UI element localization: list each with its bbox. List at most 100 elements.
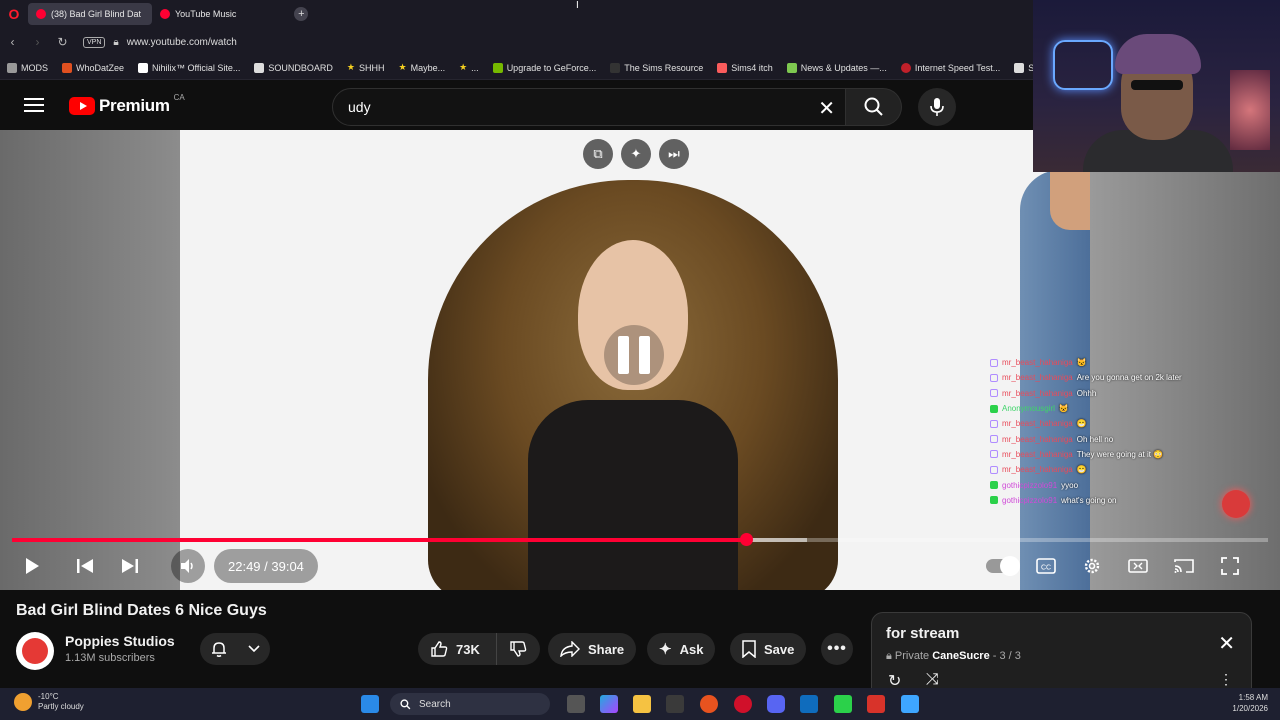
play-button[interactable] [20,548,44,584]
chat-username: mr_beast_hahaniga [1002,373,1073,383]
bookmark-sims-resource[interactable]: The Sims Resource [603,62,710,73]
bookmark-news[interactable]: News & Updates —... [780,62,894,73]
bookmark-label: SOUNDBOARD [268,62,333,73]
tab-youtube-video[interactable]: (38) Bad Girl Blind Dat [28,3,152,25]
close-playlist-icon[interactable]: ✕ [1218,631,1235,656]
bookmark-nihilix[interactable]: Nihilix™ Official Site... [131,62,247,73]
like-count: 73K [456,641,480,657]
previous-button[interactable] [74,548,96,584]
pause-overlay-icon[interactable] [604,325,664,385]
vpn-badge[interactable]: VPN [83,36,106,48]
app-icon[interactable] [834,695,852,713]
save-label: Save [764,641,795,657]
copilot-icon[interactable] [600,695,618,713]
browser-icon[interactable] [700,695,718,713]
url-field[interactable]: www.youtube.com/watch [127,37,237,48]
opera-logo-icon[interactable]: O [0,0,28,28]
app-icon[interactable] [867,695,885,713]
volume-button[interactable] [171,549,205,583]
tab-youtube-music[interactable]: YouTube Music [152,3,244,25]
notification-bell-button[interactable] [200,633,270,665]
reload-icon[interactable]: ↻ [50,35,75,49]
store-icon[interactable] [666,695,684,713]
dislike-button[interactable] [496,633,540,665]
voice-search-button[interactable] [918,88,956,126]
share-icon [560,641,580,657]
more-actions-button[interactable]: ••• [821,633,853,665]
channel-avatar[interactable] [16,632,54,670]
skip-next-icon[interactable]: ⏭︎ [659,139,689,169]
bookmark-soundboard[interactable]: SOUNDBOARD [247,62,340,73]
progress-bar[interactable] [12,533,1268,546]
windows-start-icon[interactable] [361,695,379,713]
search-input[interactable]: udy ✕ [332,88,846,126]
back-icon[interactable]: ‹ [0,35,25,49]
clear-search-icon[interactable]: ✕ [818,96,835,121]
bookmark-label: Upgrade to GeForce... [506,62,597,73]
youtube-premium-logo[interactable]: Premium CA [69,93,185,116]
cast-icon [1174,559,1194,573]
youtube-play-logo-icon [69,97,95,115]
taskbar-search[interactable]: Search [390,693,550,715]
bookmark-geforce[interactable]: Upgrade to GeForce... [486,62,604,73]
bookmark-whodatzee[interactable]: WhoDatZee [55,62,131,73]
ask-label: Ask [679,641,704,657]
captions-button[interactable]: CC [1035,548,1057,584]
bookmark-mods[interactable]: MODS [0,62,55,73]
gear-icon [1084,558,1100,574]
playlist-owner[interactable]: CaneSucre [932,650,989,662]
playlist-title[interactable]: for stream [886,625,959,642]
bookmark-label: News & Updates —... [800,62,887,73]
opera-icon[interactable] [734,695,752,713]
fullscreen-button[interactable] [1218,548,1242,584]
twitch-icon [990,450,998,459]
theater-mode-button[interactable] [1126,548,1150,584]
bookmark-label: ... [471,62,479,73]
autoplay-toggle[interactable] [986,556,1020,576]
system-clock[interactable]: 1:58 AM 1/20/2026 [1232,692,1268,714]
share-button[interactable]: Share [548,633,637,665]
search-button[interactable] [846,88,902,126]
more-vertical-icon[interactable]: ⋮ [1219,671,1233,688]
previous-icon [77,559,93,573]
chat-text: 😺 [1058,404,1069,414]
cast-button[interactable] [1172,548,1196,584]
stream-chat-overlay: mr_beast_hahaniga 😼 mr_beast_hahaniga Are y… [990,355,1230,508]
shuffle-icon[interactable]: ⤨ [926,671,939,689]
clock-time: 1:58 AM [1238,693,1268,702]
outlook-icon[interactable] [800,695,818,713]
channel-name[interactable]: Poppies Studios [65,633,175,649]
bookmark-label: The Sims Resource [624,62,704,73]
webcam-overlay [1033,0,1280,172]
new-tab-button[interactable]: + [294,7,309,21]
next-button[interactable] [119,548,141,584]
bookmark-shhh[interactable]: ★ SHHH [340,62,392,73]
chat-message: mr_beast_hahaniga 😼 [990,355,1230,370]
bookmark-star[interactable]: ★... [452,62,486,73]
discord-icon[interactable] [767,695,785,713]
bookmark-sims4-itch[interactable]: Sims4 itch [710,62,780,73]
task-view-icon[interactable] [567,695,585,713]
video-woman-figure [428,180,838,590]
chat-text: 😼 [1076,358,1087,368]
weather-widget[interactable]: -10°C Partly cloudy [14,692,84,712]
bookmark-label: WhoDatZee [76,62,125,73]
forward-icon[interactable]: › [25,35,50,49]
settings-button[interactable] [1081,548,1103,584]
menu-icon[interactable] [24,98,44,112]
progress-scrubber[interactable] [739,533,753,546]
microphone-icon [930,98,944,116]
notepad-icon[interactable] [901,695,919,713]
volume-icon [181,559,193,573]
miniplayer-icon[interactable]: ⧉ [583,139,613,169]
bookmark-speed-test[interactable]: Internet Speed Test... [894,62,1007,73]
sparkle-icon[interactable]: ✦ [621,139,651,169]
lock-icon[interactable]: 🔒︎ [113,37,118,48]
video-player[interactable]: ⧉ ✦ ⏭︎ mr_beast_hahaniga 😼 mr_beast_hahani… [0,130,1280,590]
file-explorer-icon[interactable] [633,695,651,713]
more-horizontal-icon: ••• [827,640,847,657]
ask-button[interactable]: ✦ Ask [647,633,716,665]
subscriber-count: 1.13M subscribers [65,652,155,664]
save-button[interactable]: Save [730,633,807,665]
bookmark-maybe[interactable]: ★ Maybe... [392,62,453,73]
